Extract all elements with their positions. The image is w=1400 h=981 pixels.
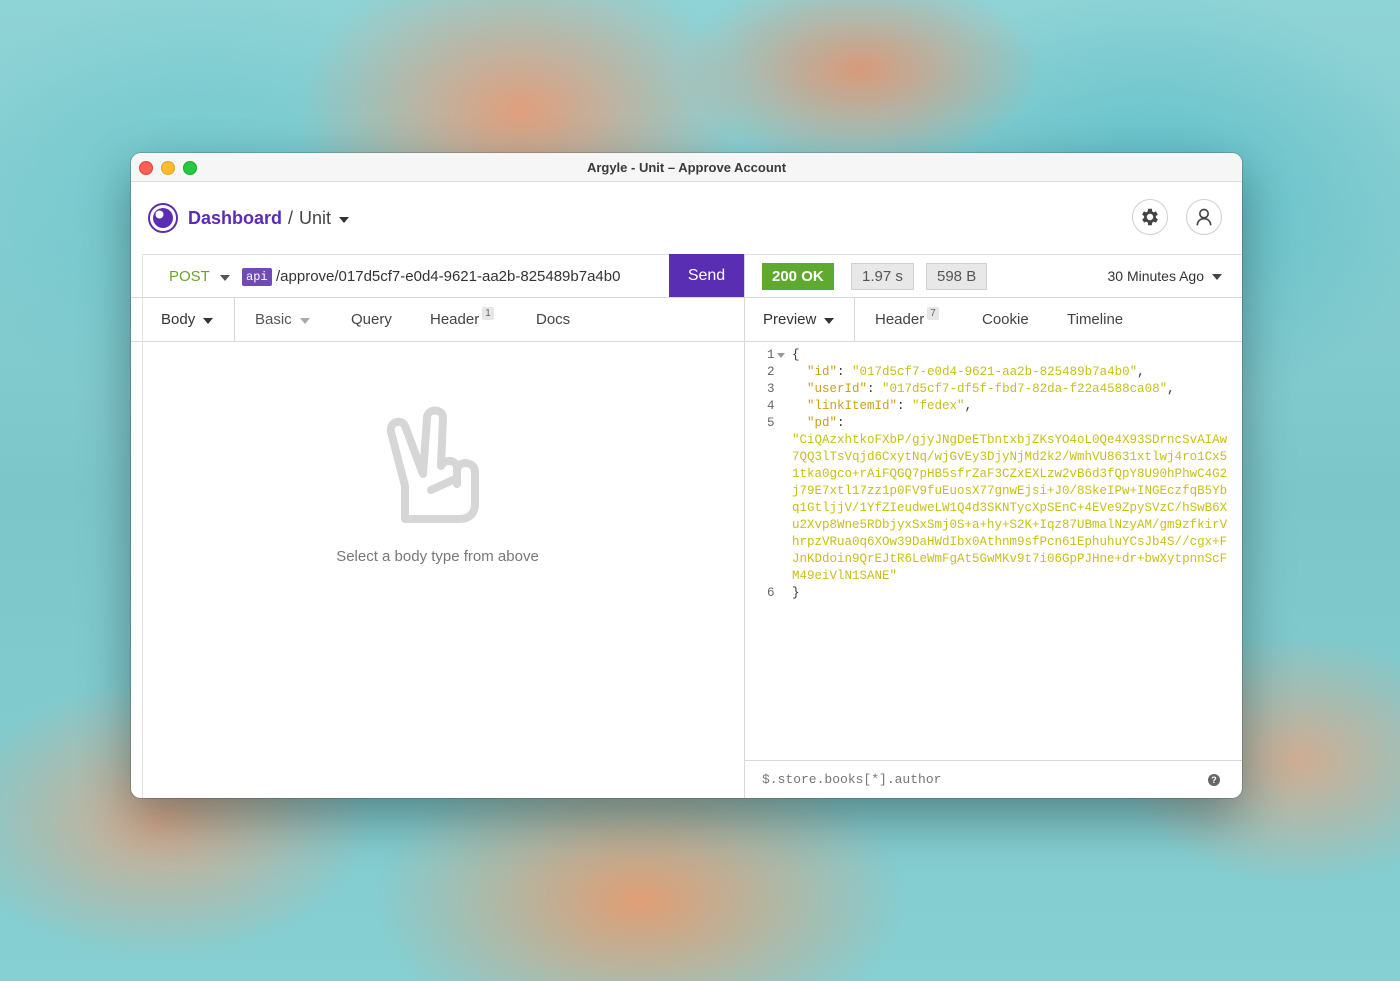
environment-tag: api — [242, 268, 272, 286]
json-value: "017d5cf7-df5f-fbd7-82da-f22a4588ca08" — [882, 382, 1168, 396]
tab-response-header-label: Header — [875, 311, 925, 328]
app-window: Argyle - Unit – Approve Account Dashboar… — [131, 153, 1242, 798]
code-line: "id": "017d5cf7-e0d4-9621-aa2b-825489b7a… — [807, 365, 1145, 379]
json-value-wrapped: JnKDdoin9QrEJtR6LeWmFgAt5GwMKv9t7i06GpPJ… — [792, 552, 1228, 566]
gear-icon — [1142, 208, 1158, 226]
fold-toggle-icon[interactable] — [777, 353, 785, 358]
json-key: "linkItemId" — [807, 399, 898, 413]
minimize-window-button[interactable] — [161, 161, 175, 175]
settings-button[interactable] — [1132, 199, 1168, 235]
breadcrumb-dashboard-link[interactable]: Dashboard — [188, 208, 282, 229]
tab-response-header[interactable]: Header 7 — [875, 298, 939, 341]
request-pane: POST api /approve/017d5cf7-e0d4-9621-aa2… — [131, 254, 745, 798]
url-input[interactable]: /approve/017d5cf7-e0d4-9621-aa2b-825489b… — [276, 268, 620, 285]
header-count-badge: 1 — [482, 307, 494, 320]
tab-timeline[interactable]: Timeline — [1067, 298, 1123, 341]
request-tabs: Body Basic Query Header 1 Docs — [131, 298, 744, 342]
response-filter-input[interactable] — [762, 772, 1162, 787]
line-number: 6 — [767, 586, 775, 600]
tab-cookie[interactable]: Cookie — [982, 298, 1029, 341]
chevron-down-icon[interactable] — [339, 216, 350, 223]
response-size-badge: 598 B — [926, 263, 988, 290]
tab-preview[interactable]: Preview — [745, 298, 855, 341]
history-label: 30 Minutes Ago — [1107, 268, 1204, 284]
code-line: "linkItemId": "fedex", — [807, 399, 973, 413]
tab-body-label: Body — [161, 311, 196, 328]
response-time-badge: 1.97 s — [851, 263, 914, 290]
tab-auth[interactable]: Basic — [255, 298, 310, 341]
line-number: 5 — [767, 416, 775, 430]
json-key: "userId" — [807, 382, 868, 396]
window-title: Argyle - Unit – Approve Account — [586, 159, 787, 175]
title-bar: Argyle - Unit – Approve Account — [131, 153, 1242, 182]
json-value-wrapped: "CiQAzxhtkoFXbP/gjyJNgDeETbntxbjZKsYO4oL… — [792, 433, 1228, 447]
json-value-wrapped: q1GtljjV/1YfZIeudweLW1Q4d3SKNTycXpSEnC+4… — [792, 501, 1228, 515]
method-label: POST — [169, 268, 210, 285]
json-value-wrapped: hrpzVRua0q6XOw39DaHWdIbx0Athnm9sfPcn61Ep… — [792, 535, 1228, 549]
tab-query-label: Query — [351, 311, 392, 328]
history-dropdown[interactable]: 30 Minutes Ago — [1107, 268, 1222, 284]
breadcrumb-separator: / — [288, 208, 294, 228]
tab-header-label: Header — [430, 311, 480, 328]
breadcrumb-current-workspace[interactable]: Unit — [299, 208, 331, 229]
empty-body-message: Select a body type from above — [336, 548, 539, 565]
send-button[interactable]: Send — [669, 254, 744, 297]
line-number: 2 — [767, 365, 775, 379]
tab-cookie-label: Cookie — [982, 311, 1029, 328]
zoom-window-button[interactable] — [183, 161, 197, 175]
json-value-wrapped: M49eiVlN1SANE" — [792, 569, 898, 583]
app-header: Dashboard / Unit — [131, 182, 1242, 255]
chevron-down-icon — [824, 317, 835, 324]
code-line: { — [792, 348, 800, 362]
url-bar: POST api /approve/017d5cf7-e0d4-9621-aa2… — [131, 254, 744, 298]
tab-auth-label: Basic — [255, 311, 292, 328]
json-value-wrapped: u2Xvp8Wne5RDbjyxSxSmj0S+a+hy+S2K+Iqz87UB… — [792, 518, 1228, 532]
response-status-bar: 200 OK 1.97 s 598 B 30 Minutes Ago — [745, 254, 1242, 298]
breadcrumb: Dashboard / Unit — [188, 208, 350, 229]
user-icon — [1196, 208, 1212, 226]
tab-body[interactable]: Body — [143, 298, 235, 341]
json-value-wrapped: 1tka0gco+rAiFQGQ7pHB5sfrZaF3CZxEXLzw2vB6… — [792, 467, 1228, 481]
json-value: "fedex" — [912, 399, 965, 413]
chevron-down-icon — [299, 317, 310, 324]
account-button[interactable] — [1186, 199, 1222, 235]
response-filter-bar: ? — [745, 760, 1242, 798]
tab-docs-label: Docs — [536, 311, 571, 328]
close-window-button[interactable] — [139, 161, 153, 175]
empty-body-state: Select a body type from above — [131, 404, 744, 565]
chevron-down-icon — [1212, 274, 1222, 280]
chevron-down-icon — [219, 274, 230, 281]
json-key: "id" — [807, 365, 838, 379]
tab-query[interactable]: Query — [351, 298, 392, 341]
response-header-count-badge: 7 — [927, 307, 939, 320]
tab-timeline-label: Timeline — [1067, 311, 1124, 328]
method-select[interactable]: POST — [169, 268, 230, 285]
app-logo-icon[interactable] — [148, 203, 178, 233]
json-value-wrapped: 7QQ3lTsVqjd6CxytNq/wjGvEy3DjyNjMd2k2/Wmh… — [792, 450, 1228, 464]
line-number: 3 — [767, 382, 775, 396]
help-icon[interactable]: ? — [1208, 774, 1220, 786]
code-line: "pd": — [807, 416, 845, 430]
tab-preview-label: Preview — [763, 311, 817, 328]
tab-docs[interactable]: Docs — [536, 298, 570, 341]
json-value: "017d5cf7-e0d4-9621-aa2b-825489b7a4b0" — [852, 365, 1138, 379]
response-pane: 200 OK 1.97 s 598 B 30 Minutes Ago Previ… — [745, 254, 1242, 798]
window-controls — [139, 161, 197, 175]
code-line: } — [792, 586, 800, 600]
json-value-wrapped: j79E7xtl17zz1p0FV9fuEuosX77gnwEjsi+J0/8S… — [792, 484, 1228, 498]
tab-header[interactable]: Header 1 — [430, 298, 494, 341]
json-key: "pd" — [807, 416, 838, 430]
line-number: 4 — [767, 399, 775, 413]
chevron-down-icon — [203, 317, 214, 324]
response-tabs: Preview Header 7 Cookie Timeline — [745, 298, 1242, 342]
code-line: "userId": "017d5cf7-df5f-fbd7-82da-f22a4… — [807, 382, 1175, 396]
peace-hand-icon — [386, 406, 479, 523]
status-code-badge: 200 OK — [762, 263, 834, 290]
